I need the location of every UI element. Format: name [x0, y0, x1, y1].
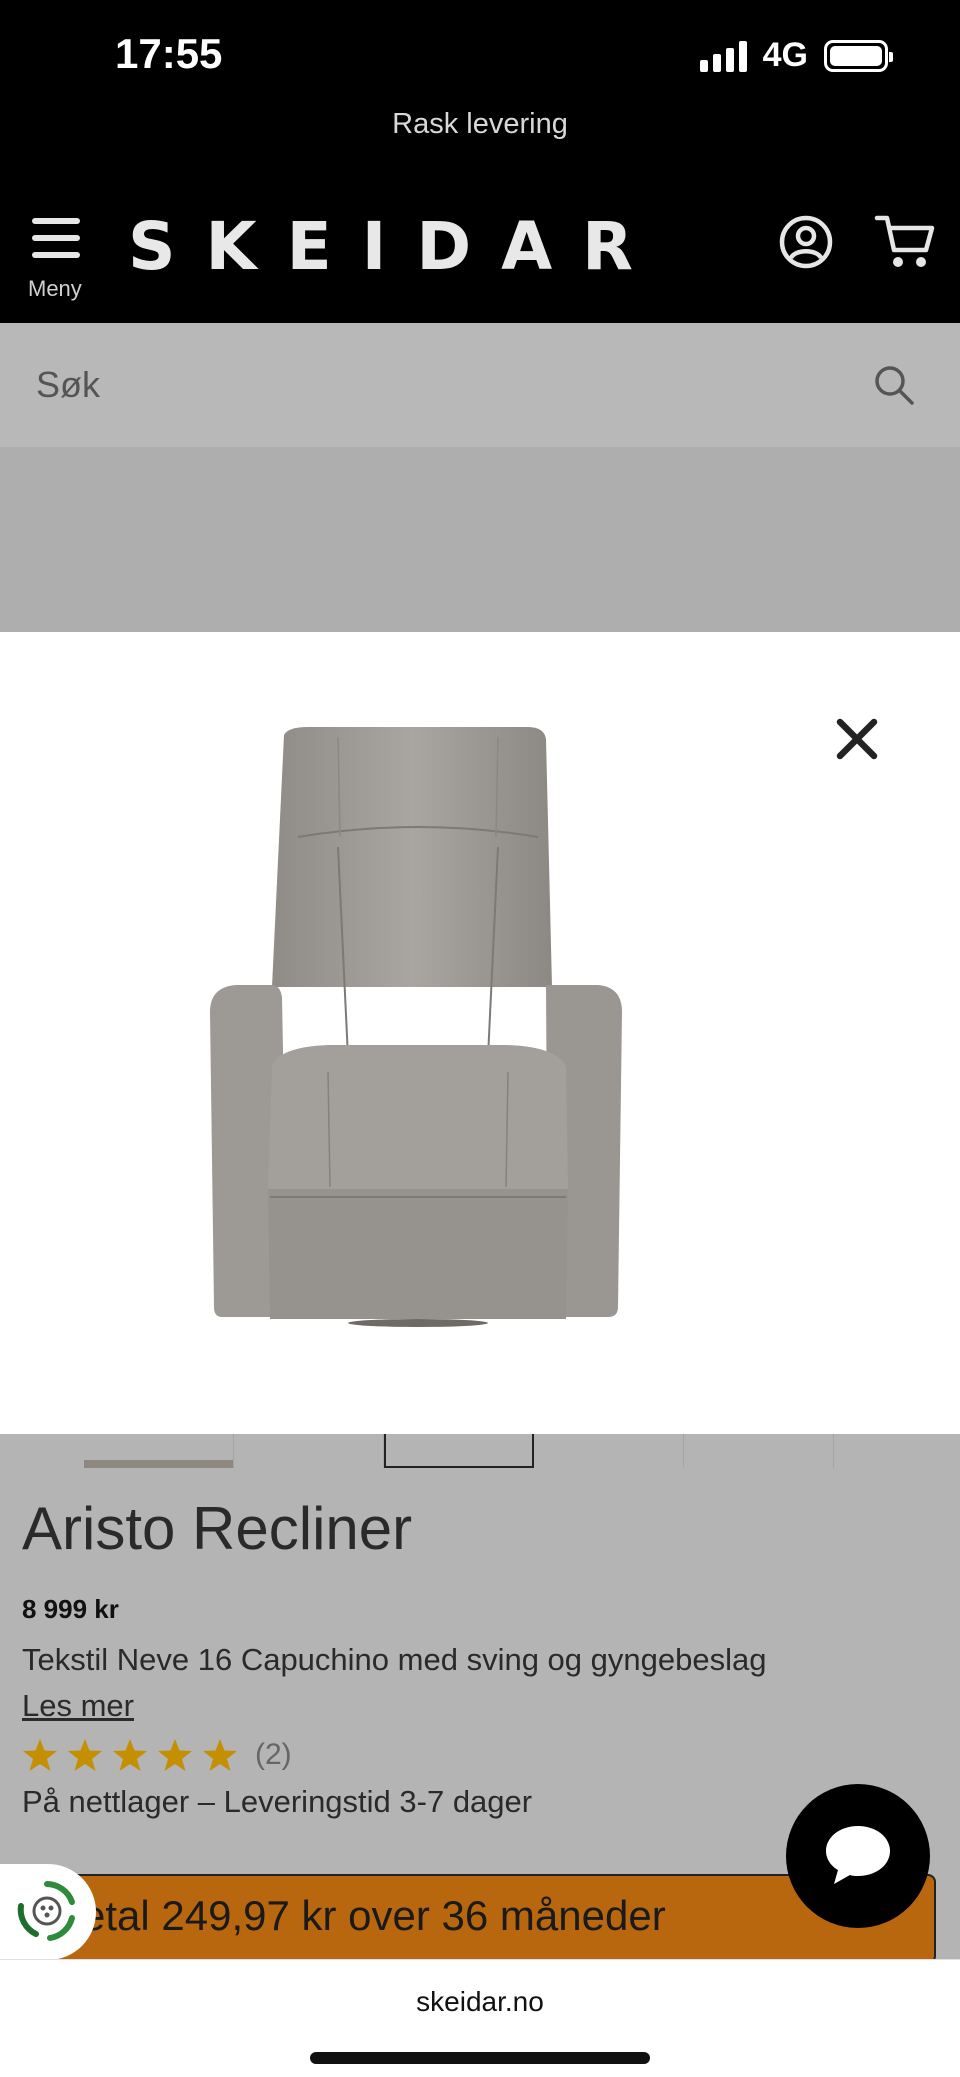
menu-label: Meny [28, 276, 82, 301]
account-button[interactable] [778, 214, 834, 270]
promo-text: Rask levering [392, 108, 568, 140]
star-icon [23, 1739, 57, 1771]
product-title: Aristo Recliner [22, 1495, 413, 1562]
thumbnail-strip [84, 1434, 834, 1468]
star-icon [113, 1739, 147, 1771]
search-bar [0, 323, 960, 447]
menu-button[interactable]: Meny [26, 218, 88, 301]
star-icon [68, 1739, 102, 1771]
finance-label: etal 249,97 kr over 36 måneder [82, 1892, 666, 1939]
signal-icon [699, 40, 747, 72]
browser-bar: skeidar.no [0, 1959, 960, 2077]
status-bar: 17:55 4G [0, 0, 960, 100]
rating-count: (2) [255, 1738, 292, 1771]
modal-backdrop[interactable] [0, 447, 960, 632]
chat-button[interactable] [786, 1784, 930, 1928]
eco-badge[interactable] [0, 1864, 96, 1960]
cart-icon [874, 215, 935, 267]
status-indicators: 4G [699, 36, 893, 75]
hamburger-icon [32, 218, 80, 258]
star-icon [203, 1739, 237, 1771]
availability-text: På nettlager – Leveringstid 3-7 dager [22, 1784, 533, 1819]
thumbnail[interactable] [684, 1434, 834, 1468]
product-description: Tekstil Neve 16 Capuchino med sving og g… [22, 1642, 767, 1677]
network-type: 4G [762, 36, 808, 74]
home-indicator[interactable] [310, 2052, 650, 2064]
product-image[interactable] [208, 727, 628, 1327]
search-input[interactable] [36, 353, 836, 417]
thumbnail[interactable] [234, 1434, 384, 1468]
cart-button[interactable] [874, 212, 936, 272]
image-modal [0, 632, 960, 1434]
promo-banner: Rask levering [0, 100, 960, 190]
search-icon[interactable] [872, 363, 916, 407]
read-more-link[interactable]: Les mer [22, 1688, 134, 1724]
user-circle-icon [779, 215, 833, 269]
status-time: 17:55 [115, 30, 223, 77]
site-logo[interactable]: SKEIDAR [128, 208, 663, 285]
thumbnail-active[interactable] [384, 1434, 534, 1468]
site-header: Meny SKEIDAR [0, 190, 960, 323]
product-rating[interactable]: (2) [22, 1738, 292, 1772]
product-price: 8 999 kr [22, 1594, 119, 1624]
close-icon[interactable] [832, 714, 882, 764]
battery-icon [824, 39, 893, 72]
recycle-icon [17, 1881, 75, 1941]
chat-bubble-icon [826, 1826, 890, 1884]
thumbnail[interactable] [534, 1434, 684, 1468]
url-text[interactable]: skeidar.no [0, 1986, 960, 2018]
star-icon [158, 1739, 192, 1771]
thumbnail[interactable] [84, 1434, 234, 1468]
